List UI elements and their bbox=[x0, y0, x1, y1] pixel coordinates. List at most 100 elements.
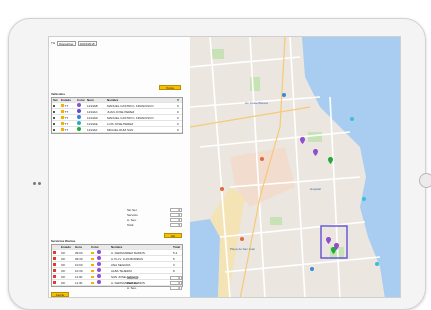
select-checkbox[interactable] bbox=[52, 122, 60, 126]
close-button[interactable]: Cerrar bbox=[51, 292, 69, 297]
poi-icon[interactable] bbox=[240, 237, 244, 241]
vehicle-pin-icon bbox=[77, 127, 81, 131]
status-icon bbox=[53, 269, 56, 272]
col-v: V bbox=[177, 98, 180, 102]
vehicles-title: Vehiculos bbox=[51, 92, 66, 96]
service-status bbox=[52, 281, 60, 285]
service-total: 3 bbox=[173, 262, 175, 267]
vehicle-estado: TT bbox=[64, 121, 69, 126]
vehicle-pin-icon bbox=[77, 103, 81, 107]
service-pin-icon bbox=[96, 280, 101, 284]
vehicle-color bbox=[76, 121, 86, 126]
vehicle-v: 0 bbox=[177, 109, 179, 114]
summary-label: Pedidos bbox=[127, 280, 138, 285]
camera-icon bbox=[33, 182, 42, 185]
checkbox-icon[interactable] bbox=[53, 116, 55, 119]
service-pin-icon bbox=[96, 274, 101, 278]
summary-label: Abiertos bbox=[127, 275, 139, 280]
vehicle-num: 1234AC bbox=[87, 109, 98, 114]
checkbox-icon[interactable] bbox=[53, 128, 55, 131]
toolbar: TG Dispatcher 19/03/2018 bbox=[51, 40, 97, 46]
col-svc-nombre: Nombre bbox=[111, 245, 123, 249]
col-sel: Sel bbox=[53, 98, 58, 102]
park-area bbox=[308, 132, 322, 142]
vehicle-num: 1234AB bbox=[87, 103, 98, 108]
vehicle-name: MIGUEL RUIZ SAS bbox=[107, 127, 134, 132]
poi-icon[interactable] bbox=[362, 197, 366, 201]
col-num: Num bbox=[87, 98, 94, 102]
col-total: Total bbox=[173, 245, 180, 249]
select-checkbox[interactable] bbox=[52, 110, 60, 114]
vehicle-estado: TT bbox=[64, 103, 69, 108]
summary-value: 0 bbox=[170, 212, 182, 217]
select-checkbox[interactable] bbox=[52, 116, 60, 120]
vehicles-all-button[interactable]: Todos bbox=[159, 85, 181, 90]
service-pin-icon bbox=[96, 268, 101, 272]
service-status bbox=[52, 263, 60, 267]
poi-icon[interactable] bbox=[282, 93, 286, 97]
vehicle-pin-icon[interactable] bbox=[326, 237, 331, 244]
vehicle-estado: TT bbox=[64, 109, 69, 114]
vehicle-status: TT bbox=[60, 104, 76, 108]
date-select[interactable]: 19/03/2018 bbox=[77, 40, 97, 46]
poi-icon[interactable] bbox=[260, 157, 264, 161]
service-total: 5.4 bbox=[173, 250, 178, 255]
checkbox-icon[interactable] bbox=[53, 110, 55, 113]
select-checkbox[interactable] bbox=[52, 104, 60, 108]
vehicle-status: TT bbox=[60, 110, 76, 114]
service-estado: OK bbox=[61, 250, 66, 255]
status-icon bbox=[61, 110, 64, 113]
park-area bbox=[250, 77, 260, 91]
poi-icon[interactable] bbox=[220, 187, 224, 191]
col-color: Color bbox=[77, 98, 85, 102]
summary-value: 5 bbox=[170, 222, 182, 227]
category-icon bbox=[91, 257, 94, 260]
summary-value: 0 bbox=[170, 217, 182, 222]
map-view[interactable]: Playa de San Juan Av. Costa Blanca Hospi… bbox=[190, 37, 400, 297]
service-hora: 10:00 bbox=[75, 262, 83, 267]
poi-icon[interactable] bbox=[310, 267, 314, 271]
poi-icon[interactable] bbox=[350, 117, 354, 121]
status-icon bbox=[53, 257, 56, 260]
checkbox-icon[interactable] bbox=[53, 104, 55, 107]
vehicle-row[interactable]: TT 1234AF MIGUEL RUIZ SAS 0 bbox=[52, 127, 182, 133]
service-name: A.V.H.V. LUIS BORRAS bbox=[111, 256, 143, 261]
col-hora: Hora bbox=[75, 245, 82, 249]
vehicle-pin-icon[interactable] bbox=[313, 149, 318, 156]
checkbox-icon[interactable] bbox=[53, 122, 55, 125]
vehicle-pin-icon[interactable] bbox=[300, 137, 305, 144]
service-pin-icon bbox=[96, 256, 101, 260]
service-name: A. FERNANDEZ RAMOS bbox=[111, 250, 145, 255]
category-icon bbox=[91, 281, 94, 284]
map-label: Hospital bbox=[310, 187, 321, 191]
vehicle-pin-icon[interactable] bbox=[331, 247, 336, 254]
toolbar-label: TG bbox=[51, 41, 56, 45]
poi-icon[interactable] bbox=[375, 262, 379, 266]
status-icon bbox=[53, 275, 56, 278]
service-name: ANA SEGURA bbox=[111, 262, 131, 267]
summary-value: 0 bbox=[170, 285, 182, 290]
service-color bbox=[90, 262, 110, 267]
summary-value: 6 bbox=[170, 280, 182, 285]
vehicle-v: 0 bbox=[177, 127, 179, 132]
home-button[interactable] bbox=[419, 173, 431, 188]
service-pin-icon bbox=[96, 262, 101, 266]
vehicle-pin-icon[interactable] bbox=[328, 157, 333, 164]
period-select[interactable]: Dispatcher bbox=[57, 40, 76, 46]
summary-label: A. Ses. bbox=[127, 217, 137, 222]
summary-row: A. Ses. 0 bbox=[127, 285, 182, 290]
select-checkbox[interactable] bbox=[52, 128, 60, 132]
vehicle-estado: TT bbox=[64, 115, 69, 120]
service-color bbox=[90, 250, 110, 255]
vehicle-pin-icon bbox=[77, 109, 81, 113]
summary-value: 0 bbox=[170, 207, 182, 212]
vehicle-pin-icon bbox=[77, 115, 81, 119]
vehicle-color bbox=[76, 103, 86, 108]
vehicle-name: MANUEL CASTRO L FRANCISCO bbox=[107, 103, 154, 108]
sea-area bbox=[302, 37, 400, 297]
col-svc-estado: Estado bbox=[61, 245, 72, 249]
service-status bbox=[52, 269, 60, 273]
service-status bbox=[52, 251, 60, 255]
col-nombre: Nombre bbox=[107, 98, 119, 102]
summary-view-button[interactable]: Ver bbox=[164, 233, 182, 238]
